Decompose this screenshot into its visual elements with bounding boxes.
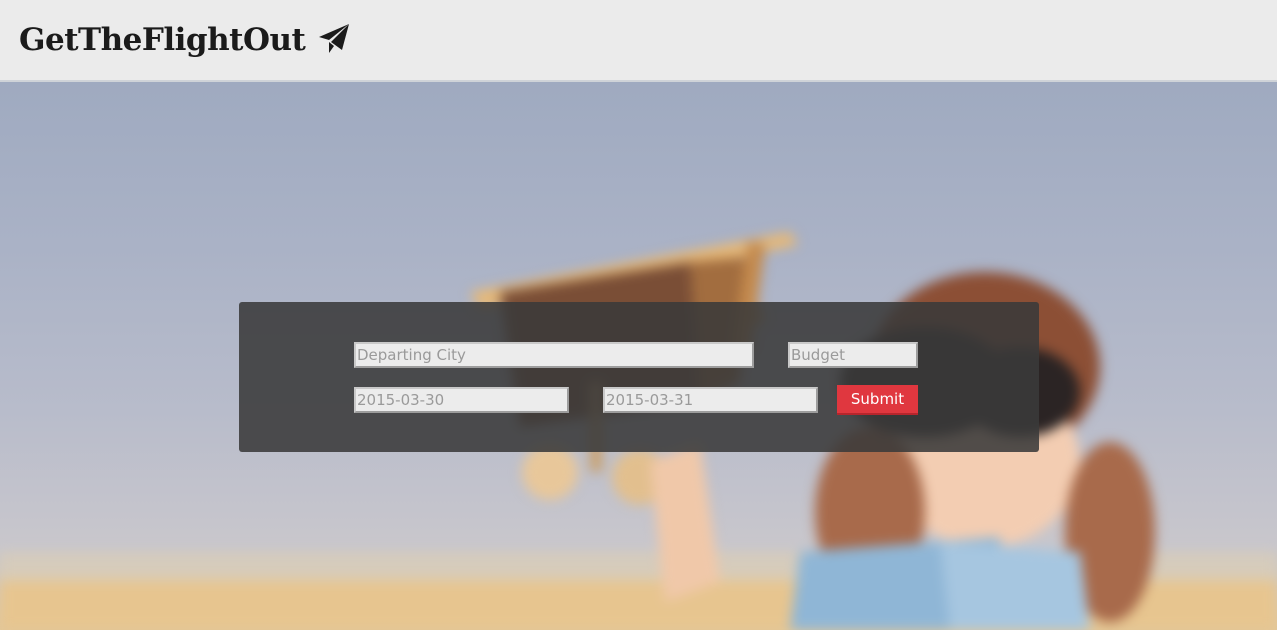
site-title: GetTheFlightOut (19, 22, 306, 58)
brand[interactable]: GetTheFlightOut (19, 19, 350, 61)
submit-button[interactable]: Submit (837, 385, 918, 415)
budget-input[interactable] (788, 342, 918, 368)
paper-plane-icon (318, 23, 350, 55)
return-date-input[interactable] (603, 387, 818, 413)
departing-city-input[interactable] (354, 342, 754, 368)
hero-background-image: Submit (0, 82, 1277, 630)
site-header: GetTheFlightOut (0, 0, 1277, 82)
flight-search-form: Submit (239, 302, 1039, 452)
depart-date-input[interactable] (354, 387, 569, 413)
